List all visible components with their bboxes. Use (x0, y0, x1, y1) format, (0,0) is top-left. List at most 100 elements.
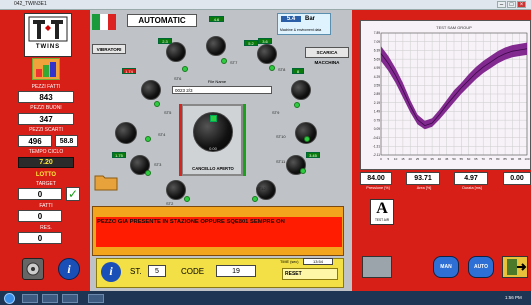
y-tick-label: -2.11 (373, 153, 380, 157)
machine-image-button[interactable] (362, 256, 392, 278)
station-value: 8 (292, 68, 304, 74)
minimize-button[interactable]: – (497, 1, 506, 8)
maximize-button[interactable]: □ (507, 1, 516, 8)
y-tick-label: 3.59 (374, 83, 380, 87)
exit-door-icon[interactable] (502, 256, 528, 278)
station-knob-st6[interactable] (166, 42, 186, 62)
station-label: ST10 (276, 134, 286, 139)
taskbar-app-icon[interactable] (88, 294, 104, 303)
twins-logo: TWINS (24, 13, 72, 57)
close-button[interactable]: × (517, 1, 526, 8)
pezzi-scarti-label: PEZZI SCARTI (29, 127, 63, 133)
status-led (182, 66, 188, 72)
status-led (145, 136, 151, 142)
x-tick-label: 65 (474, 157, 478, 161)
status-led (304, 136, 310, 142)
x-tick-label: 85 (503, 157, 507, 161)
y-tick-label: 6.39 (374, 49, 380, 53)
gate-status: CANCELLO APERTO (192, 166, 234, 171)
confirm-check-icon[interactable]: ✓ (66, 187, 80, 201)
y-tick-label: -0.61 (373, 136, 380, 140)
station-label: ST3 (154, 162, 162, 167)
test-air-icon: A (376, 200, 388, 217)
x-tick-label: 30 (423, 157, 427, 161)
code-label: CODE (181, 267, 205, 276)
scarti-percent: 58.8 (55, 135, 78, 147)
status-led (300, 168, 306, 174)
x-tick-label: 95 (518, 157, 522, 161)
chart-area: TEST SAM GROUP 7.89 7.09 6.39 5.69 4.99 4.29 3.… (360, 20, 531, 170)
station-knob-st2[interactable] (166, 180, 186, 200)
y-tick-label: 5.69 (374, 57, 380, 61)
station-knob-st8[interactable] (257, 44, 277, 64)
station-value: 3.45 (306, 152, 320, 158)
y-tick-label: 2.19 (374, 101, 380, 105)
test-air-button[interactable]: A TEST AIR (370, 199, 394, 225)
status-led (154, 101, 160, 107)
x-tick-label: 75 (489, 157, 493, 161)
time-label: TIME (sec) (280, 260, 299, 264)
y-tick-label: 0.79 (374, 118, 380, 122)
pressure-panel: 5.4 Bar Machine & enviroment data (277, 13, 331, 35)
area-value: 93.71 (406, 172, 440, 185)
station-value: 1.75 (112, 152, 126, 158)
pezzi-buoni-label: PEZZI BUONI (30, 105, 62, 111)
taskbar (0, 291, 531, 305)
x-tick-label: 90 (511, 157, 515, 161)
fatti-value: 0 (18, 210, 62, 222)
x-tick-label: 20 (409, 157, 413, 161)
mode-display: AUTOMATIC (127, 14, 197, 27)
status-led (294, 102, 300, 108)
taskbar-app-icon[interactable] (62, 294, 78, 303)
start-button[interactable] (4, 293, 15, 304)
station-knob-st4[interactable] (115, 122, 137, 144)
pressione-value: 84.00 (360, 172, 392, 185)
taskbar-app-icon[interactable] (22, 294, 38, 303)
pressure-value: 5.4 (281, 16, 301, 22)
x-tick-label: 40 (438, 157, 442, 161)
station-label: ST6 (174, 76, 182, 81)
status-led (145, 170, 151, 176)
pressure-unit: Bar (305, 16, 316, 22)
folder-icon[interactable] (94, 171, 118, 191)
x-tick-label: 15 (401, 157, 405, 161)
x-tick-label: 50 (452, 157, 456, 161)
status-led (221, 58, 227, 64)
dial-indicator (210, 115, 217, 122)
settings-gear-icon[interactable] (22, 258, 44, 280)
vibratori-button[interactable]: VIBRATORI (92, 44, 126, 54)
res-value: 0 (18, 232, 62, 244)
counter-icon[interactable] (32, 58, 60, 80)
status-led (252, 196, 258, 202)
y-tick-label: 7.89 (374, 31, 380, 35)
station-knob-st7[interactable] (206, 36, 226, 56)
auto-button[interactable]: AUTO (468, 256, 494, 278)
station-value: 1.74 (122, 68, 136, 74)
station-label: ST12 (256, 186, 266, 191)
taskbar-app-icon[interactable] (42, 294, 58, 303)
x-tick-label: 35 (430, 157, 434, 161)
pezzi-scarti-value: 496 (18, 135, 52, 147)
env-caption: Machine & enviroment data (280, 28, 322, 32)
station-label: ST7 (230, 60, 238, 65)
gauge-value-top: 4.6 (209, 16, 224, 22)
status-led (269, 65, 275, 71)
pressione-caption: Pressione [%] (366, 186, 390, 190)
y-tick-label: -1.31 (373, 144, 380, 148)
man-button[interactable]: MAN (433, 256, 459, 278)
info-icon[interactable]: i (101, 262, 121, 282)
time-value: 13:54 (303, 258, 333, 265)
info-icon[interactable]: i (58, 258, 80, 280)
station-knob-st9[interactable] (291, 80, 311, 100)
x-tick-label: 5 (387, 157, 389, 161)
scarica-macchina-button[interactable]: SCARICA MACCHINA (305, 47, 349, 65)
brand-text: TWINS (35, 44, 61, 50)
station-knob-st5[interactable] (141, 80, 161, 100)
file-name-field[interactable]: 0023 2/3 (172, 86, 272, 94)
clock: 1:56 PM (505, 295, 522, 300)
italy-flag-icon (92, 14, 116, 30)
y-tick-label: 1.49 (374, 110, 380, 114)
tempo-ciclo-label: TEMPO CICLO (28, 149, 64, 155)
reset-button[interactable]: RESET (282, 268, 338, 280)
target-value[interactable]: 0 (18, 188, 62, 200)
